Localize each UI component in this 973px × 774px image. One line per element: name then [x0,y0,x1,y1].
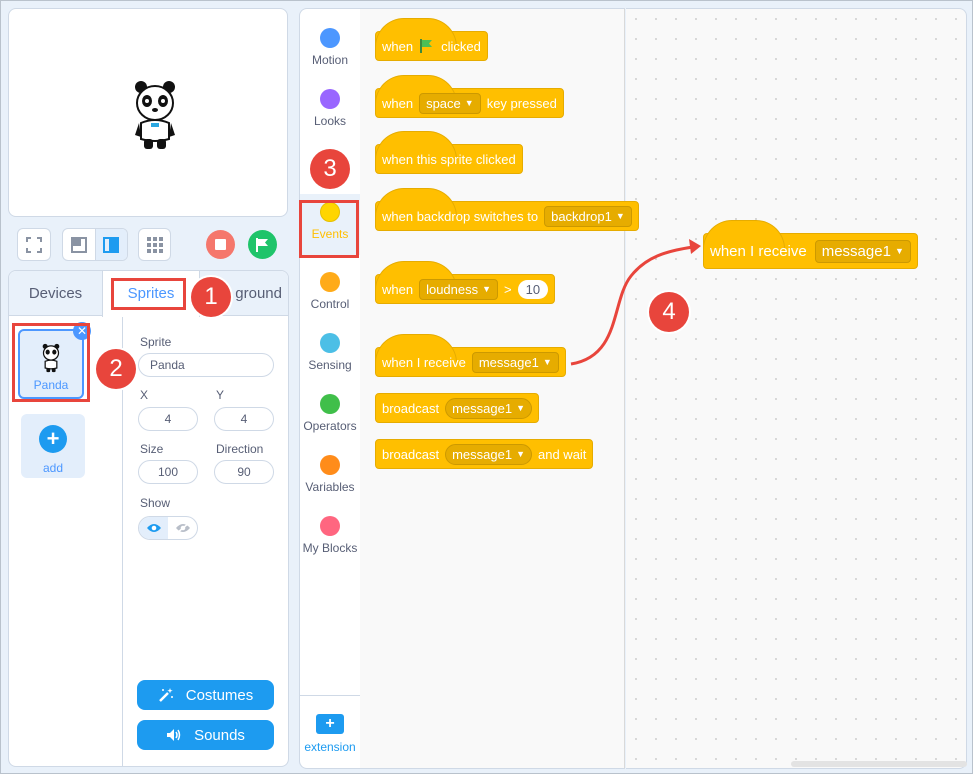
chevron-down-icon: ▼ [464,98,474,108]
dropdown-value: space [426,95,461,111]
dropdown-value: loudness [426,281,479,297]
app-window: Devices Sprites ground Panda ✕ + add Spr… [0,0,973,774]
when-i-receive-block[interactable]: when I receive message1 ▼ [375,334,566,377]
loudness-number-input[interactable]: 10 [517,279,549,299]
chevron-down-icon: ▼ [542,357,552,367]
block-text: when I receive [710,242,807,260]
when-sprite-clicked-block[interactable]: when this sprite clicked [375,131,523,174]
dropdown-value: message1 [821,242,891,260]
key-dropdown[interactable]: space ▼ [419,92,481,114]
when-key-pressed-block[interactable]: when space ▼ key pressed [375,75,564,118]
block-text: when this sprite clicked [382,151,516,167]
when-loudness-block[interactable]: when loudness ▼ > 10 [375,261,556,304]
message-dropdown[interactable]: message1 ▼ [471,351,559,373]
workspace-when-i-receive-block[interactable]: when I receive message1 ▼ [703,220,918,269]
chevron-down-icon: ▼ [894,246,904,256]
block-text: when backdrop switches to [382,208,539,224]
block-text: when [382,38,414,54]
block-text: when [382,95,414,111]
chevron-down-icon: ▼ [615,211,625,221]
workspace-message-dropdown[interactable]: message1 ▼ [814,239,911,263]
backdrop-dropdown[interactable]: backdrop1 ▼ [544,205,632,227]
block-text: > [504,281,512,297]
block-text: when [382,281,414,297]
when-flag-clicked-block[interactable]: when clicked [375,18,488,61]
chevron-down-icon: ▼ [482,284,492,294]
when-backdrop-switches-block[interactable]: when backdrop switches to backdrop1 ▼ [375,188,639,231]
green-flag-icon [420,39,433,53]
dropdown-value: backdrop1 [551,208,612,224]
block-text: clicked [441,38,481,54]
block-text: key pressed [486,95,557,111]
block-text: when I receive [382,354,466,370]
loudness-dropdown[interactable]: loudness ▼ [419,278,499,300]
dropdown-value: message1 [478,354,539,370]
